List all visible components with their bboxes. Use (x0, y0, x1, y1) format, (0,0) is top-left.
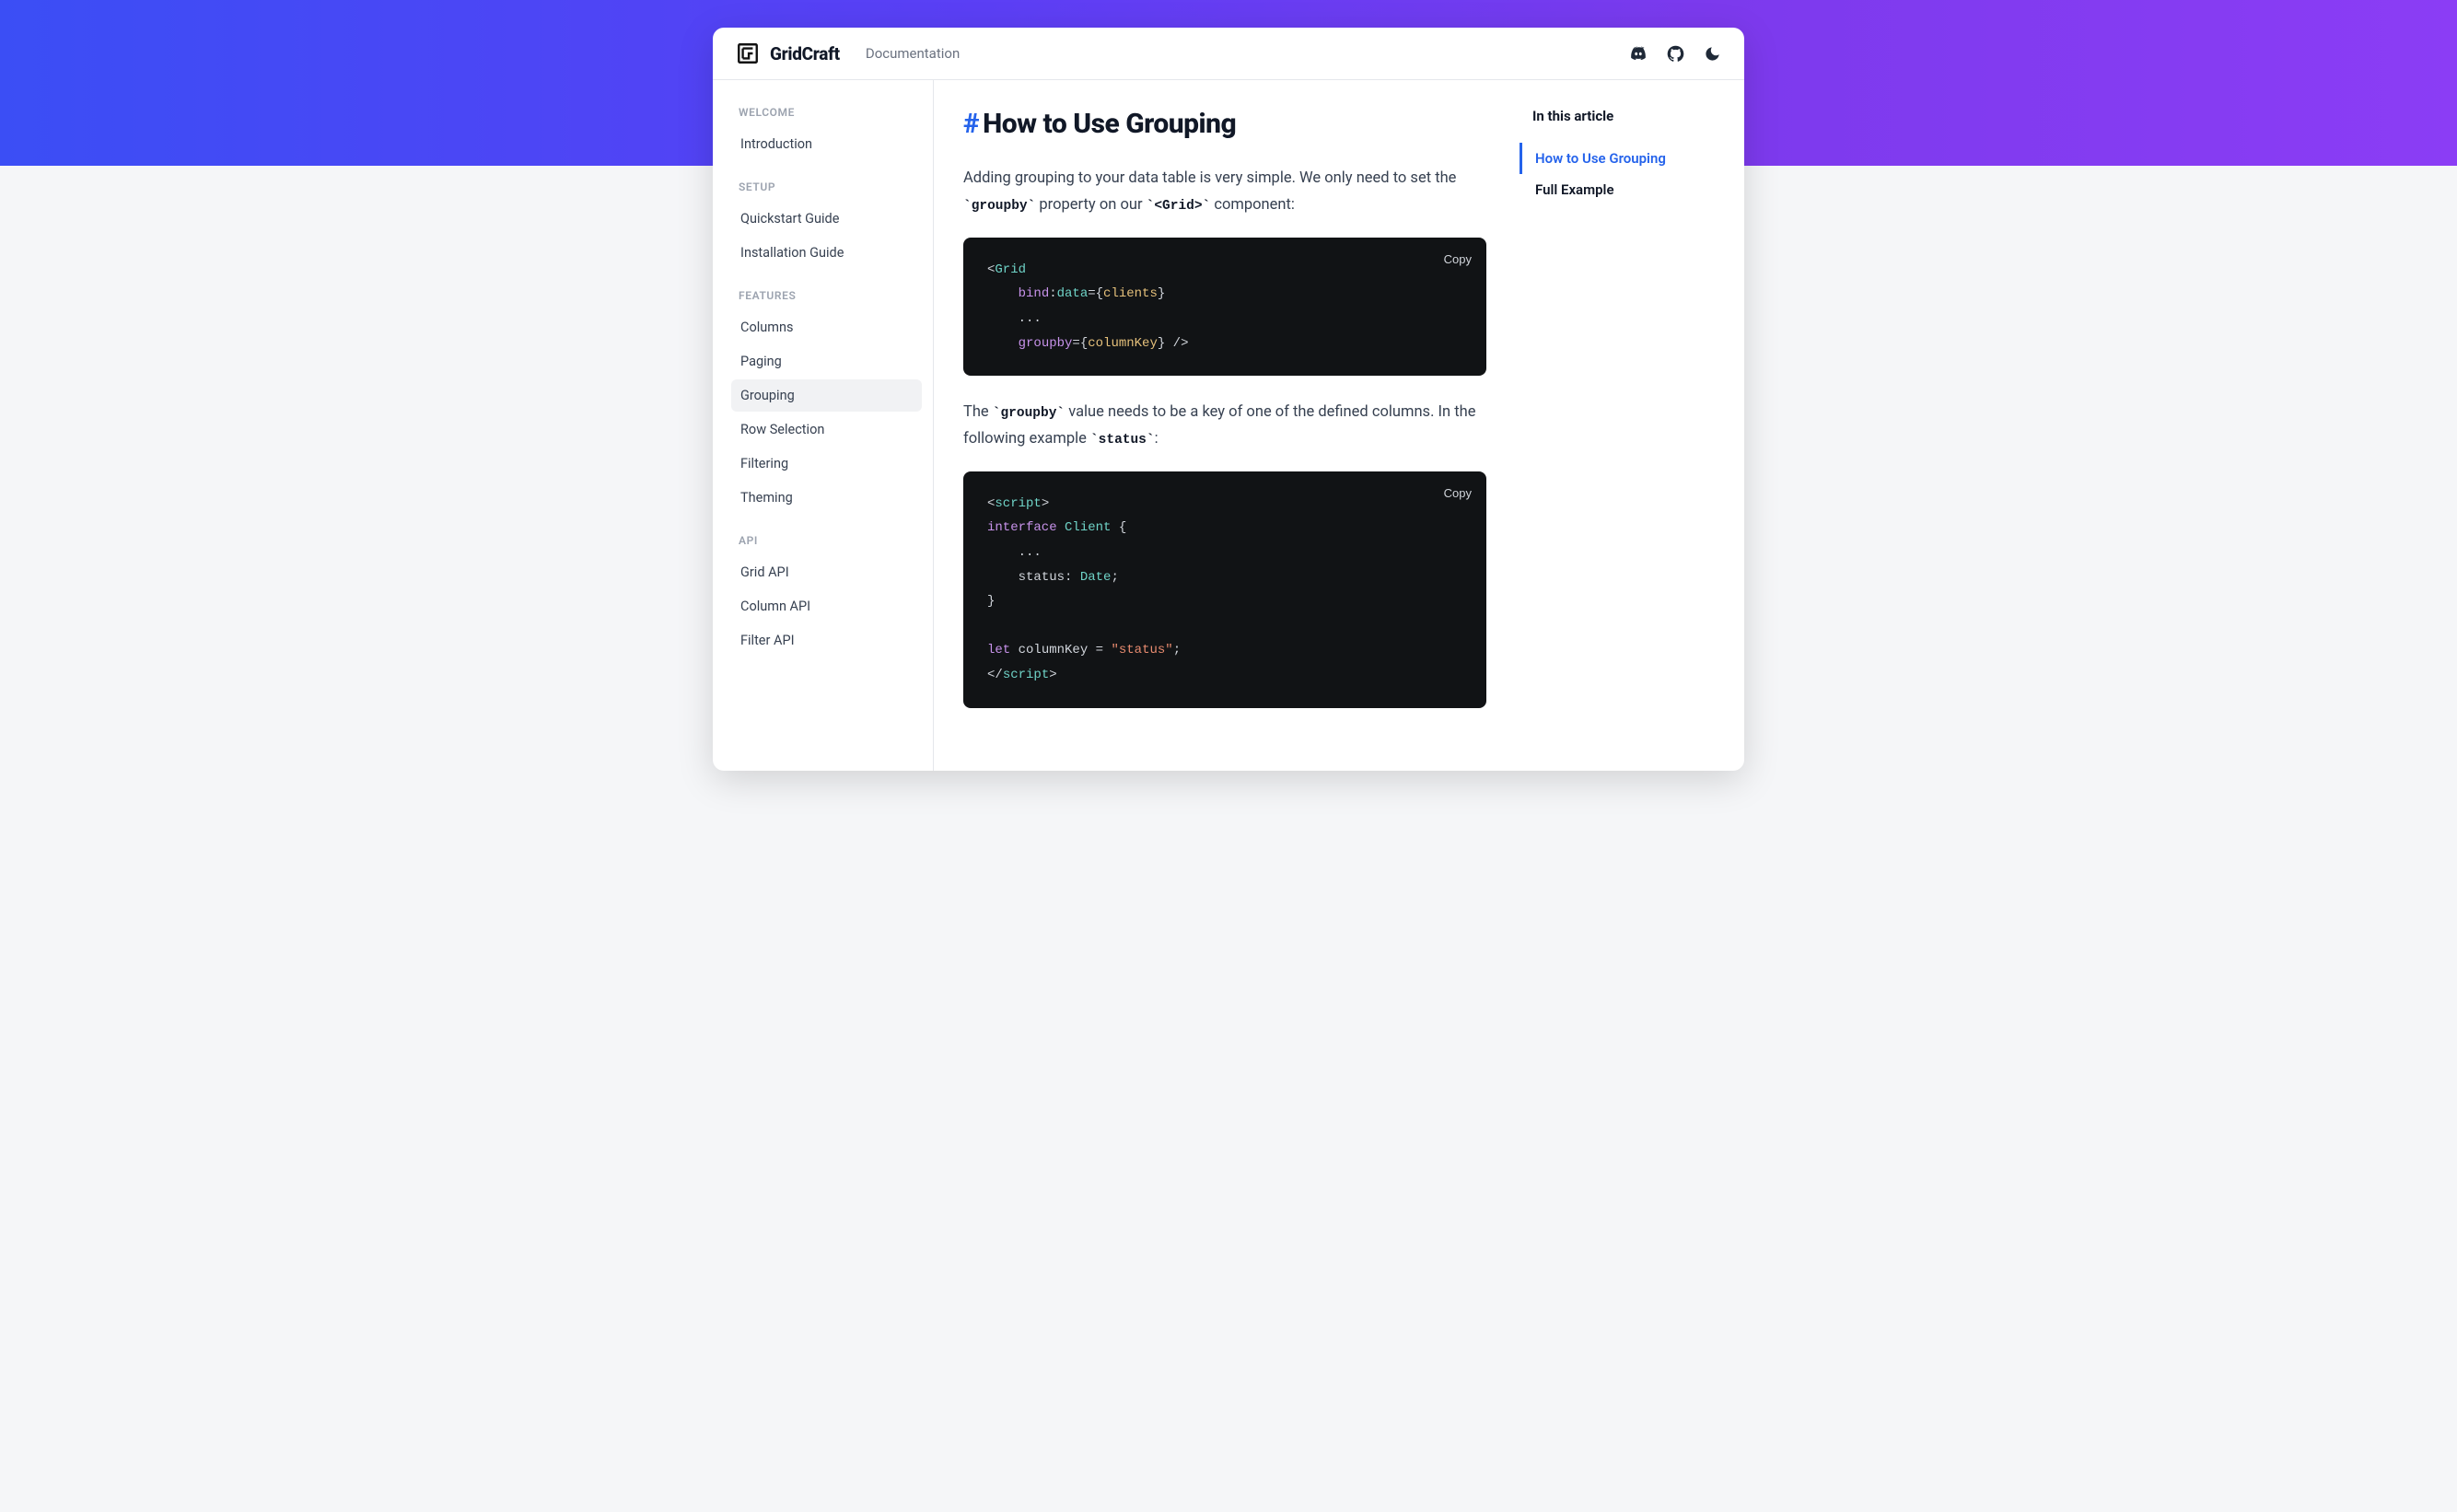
sidebar-item-introduction[interactable]: Introduction (731, 128, 922, 160)
sidebar-item-column-api[interactable]: Column API (731, 590, 922, 622)
topbar: GridCraft Documentation (713, 28, 1744, 80)
inline-code-status: `status` (1090, 433, 1155, 448)
sidebar-section-heading: API (731, 534, 922, 547)
sidebar-item-installation-guide[interactable]: Installation Guide (731, 237, 922, 269)
sidebar-item-filtering[interactable]: Filtering (731, 448, 922, 480)
toc-item-full-example[interactable]: Full Example (1520, 174, 1707, 205)
paragraph-2: The `groupby` value needs to be a key of… (963, 400, 1486, 453)
sidebar-item-grouping[interactable]: Grouping (731, 379, 922, 412)
brand-name: GridCraft (770, 43, 840, 64)
sidebar-item-grid-api[interactable]: Grid API (731, 556, 922, 588)
sidebar-item-theming[interactable]: Theming (731, 482, 922, 514)
brand[interactable]: GridCraft (735, 41, 840, 66)
code-block-2: Copy <script> interface Client { ... sta… (963, 471, 1486, 708)
inline-code-groupby: `groupby` (963, 199, 1035, 214)
table-of-contents: In this article How to Use GroupingFull … (1523, 80, 1726, 771)
heading-text: How to Use Grouping (983, 108, 1236, 140)
nav-documentation[interactable]: Documentation (866, 45, 960, 62)
code-block-1: Copy <Grid bind:data={clients} ... group… (963, 238, 1486, 376)
sidebar-item-quickstart-guide[interactable]: Quickstart Guide (731, 203, 922, 235)
heading-hash: # (963, 108, 979, 140)
sidebar-item-filter-api[interactable]: Filter API (731, 624, 922, 657)
copy-button[interactable]: Copy (1444, 483, 1472, 506)
app-window: GridCraft Documentation WELCOME Introduct… (713, 28, 1744, 771)
sidebar-section-heading: FEATURES (731, 289, 922, 302)
page-title: #How to Use Grouping (963, 108, 1486, 140)
theme-toggle-icon[interactable] (1702, 43, 1722, 64)
article: #How to Use Grouping Adding grouping to … (934, 80, 1523, 771)
inline-code-groupby-2: `groupby` (993, 406, 1065, 421)
sidebar-section-heading: WELCOME (731, 106, 922, 119)
sidebar-item-row-selection[interactable]: Row Selection (731, 413, 922, 446)
paragraph-1: Adding grouping to your data table is ve… (963, 166, 1486, 219)
inline-code-grid: `<Grid>` (1147, 199, 1211, 214)
sidebar-item-paging[interactable]: Paging (731, 345, 922, 378)
github-icon[interactable] (1665, 43, 1685, 64)
copy-button[interactable]: Copy (1444, 249, 1472, 272)
brand-logo-icon (735, 41, 761, 66)
sidebar-section-heading: SETUP (731, 180, 922, 193)
sidebar-item-columns[interactable]: Columns (731, 311, 922, 343)
toc-item-how-to-use-grouping[interactable]: How to Use Grouping (1520, 143, 1707, 174)
toc-heading: In this article (1532, 108, 1707, 124)
discord-icon[interactable] (1628, 43, 1648, 64)
sidebar: WELCOME Introduction SETUP Quickstart Guide… (713, 80, 934, 771)
